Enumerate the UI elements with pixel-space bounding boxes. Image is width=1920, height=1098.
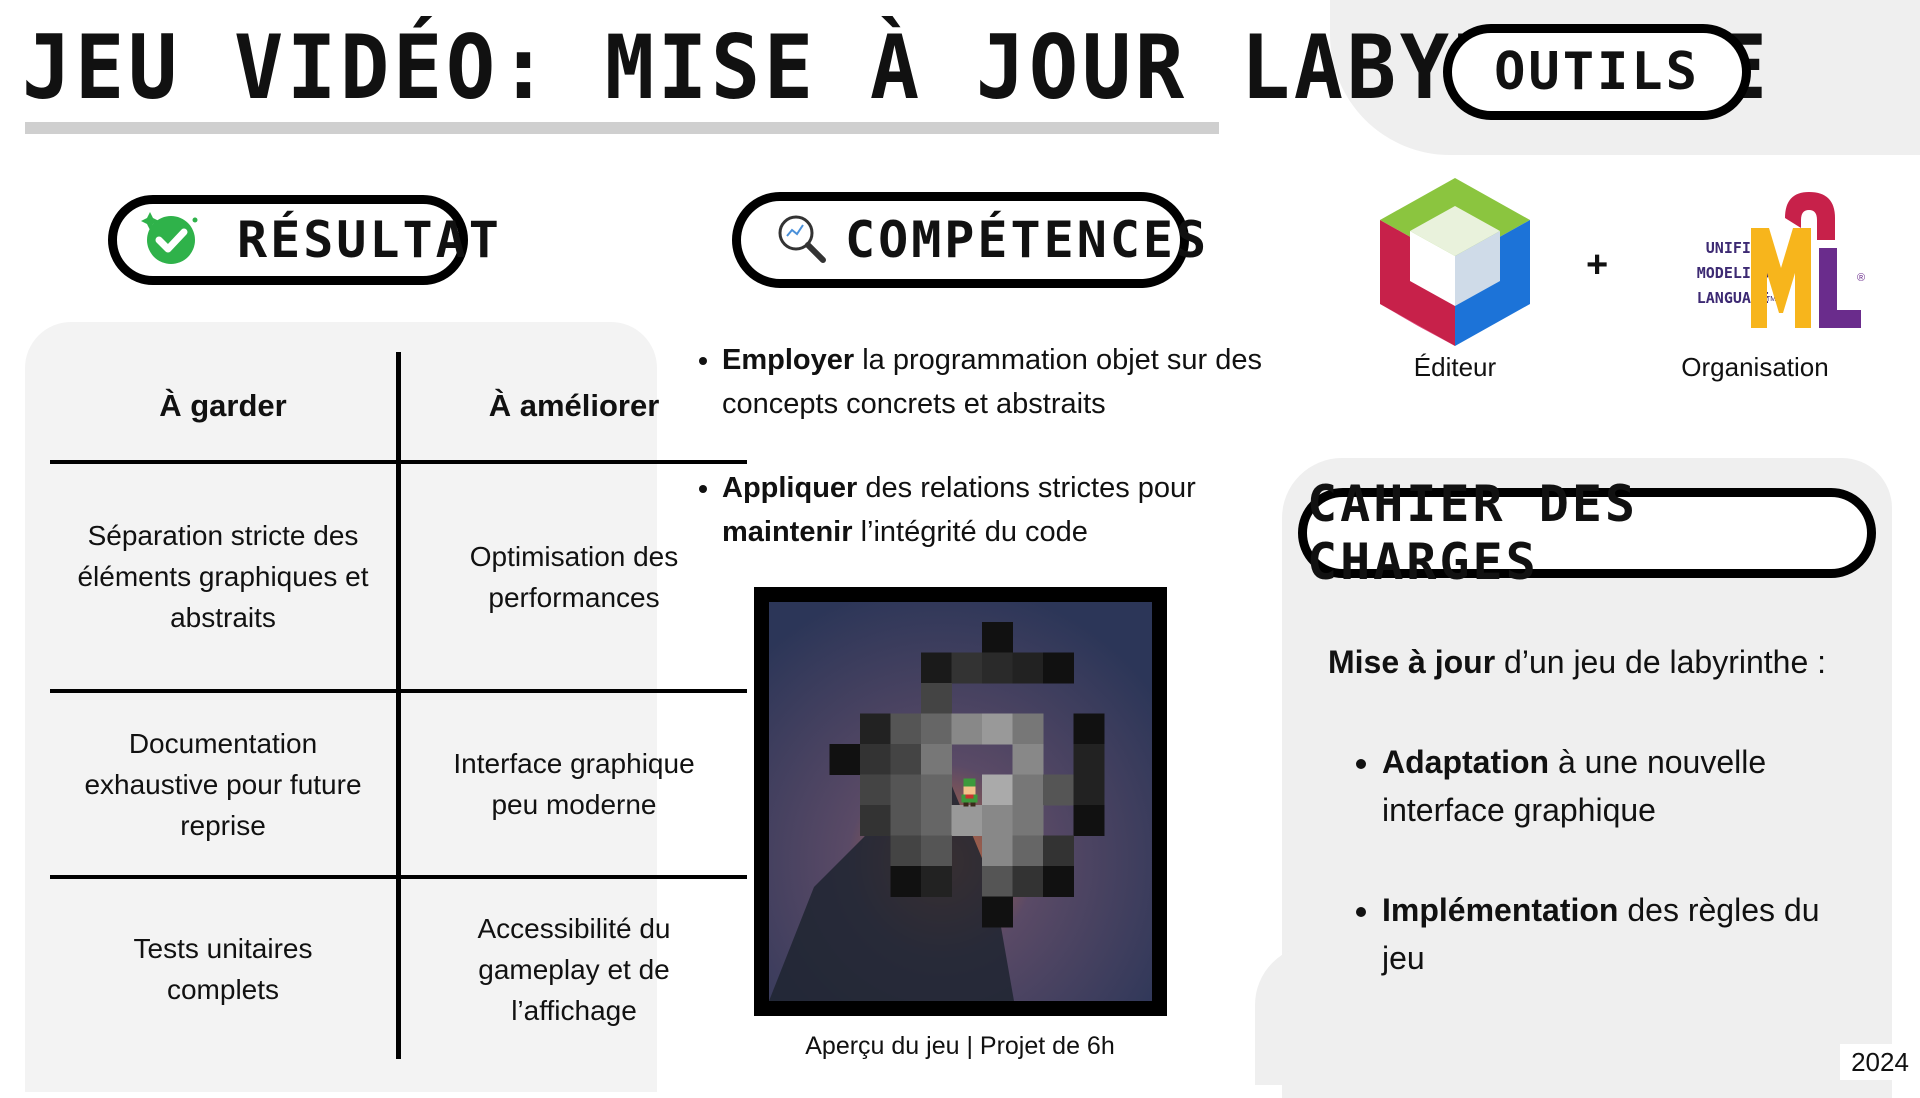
list-item: Appliquer des relations strictes pour ma… — [722, 466, 1310, 554]
table-cell: Documentation exhaustive pour future rep… — [50, 689, 401, 877]
maze-cell — [1073, 713, 1105, 745]
background-blob-right-lower — [1255, 945, 1335, 1085]
maze-cell — [982, 805, 1013, 836]
bullet-text: des relations strictes pour — [857, 472, 1196, 504]
section-label-cahier: CAHIER DES CHARGES — [1307, 475, 1639, 591]
maze-cell — [1012, 866, 1044, 897]
section-label-competences: COMPÉTENCES — [845, 211, 1210, 269]
maze-cell — [1012, 774, 1044, 806]
maze-cell — [982, 896, 1013, 928]
cahier-list: Adaptation à une nouvelle interface grap… — [1350, 738, 1870, 1022]
netbeans-logo-icon — [1378, 176, 1532, 353]
table-header-garder: À garder — [50, 352, 401, 462]
maze-cell — [1043, 835, 1074, 867]
list-item: Implémentation des règles du jeu — [1382, 886, 1870, 982]
table-row: Documentation exhaustive pour future rep… — [50, 689, 747, 877]
table-cell: Accessibilité du gameplay et de l’affich… — [398, 875, 747, 1059]
player-sprite-icon — [961, 778, 978, 807]
maze-cell — [982, 866, 1013, 897]
maze-cell — [921, 652, 952, 684]
maze-cell — [921, 744, 952, 775]
maze-cell — [890, 744, 922, 775]
maze-cell — [1073, 774, 1105, 806]
maze-cell — [1012, 744, 1044, 775]
table-cell: Tests unitaires complets — [50, 875, 401, 1059]
editor-caption: Éditeur — [1413, 352, 1497, 382]
section-header-resultat: RÉSULTAT — [108, 195, 499, 285]
maze-cell — [890, 866, 922, 897]
table-cell: Interface graphique peu moderne — [398, 689, 747, 877]
list-item: Employer la programmation objet sur des … — [722, 338, 1310, 426]
maze-cell — [951, 652, 983, 684]
maze-cell — [982, 713, 1013, 745]
list-item: Adaptation à une nouvelle interface grap… — [1382, 738, 1870, 834]
maze-cell — [1012, 805, 1044, 836]
bullet-bold: Employer — [722, 344, 855, 376]
maze-cell — [921, 774, 952, 806]
bullet-bold: Implémentation — [1382, 892, 1619, 928]
year-label: 2024 — [1840, 1044, 1920, 1080]
plus-sign: + — [1586, 244, 1609, 286]
maze-cell — [890, 805, 922, 836]
maze-cell — [921, 683, 952, 714]
title-underline — [25, 122, 1219, 134]
section-header-competences: COMPÉTENCES — [732, 192, 1206, 288]
maze-cell — [982, 835, 1013, 867]
section-header-outils: OUTILS — [1443, 24, 1751, 120]
maze-cell — [1043, 774, 1074, 806]
competences-list: Employer la programmation objet sur des … — [690, 338, 1310, 594]
maze-cell — [1012, 713, 1044, 745]
table-row: Séparation stricte des éléments graphiqu… — [50, 460, 747, 691]
maze-cell — [982, 652, 1013, 684]
maze-cell — [1073, 744, 1105, 775]
cahier-intro: Mise à jour d’un jeu de labyrinthe : — [1328, 640, 1826, 684]
maze-cell — [1012, 835, 1044, 867]
maze-cell — [860, 713, 891, 745]
maze-cell — [982, 774, 1013, 806]
table-cell: Séparation stricte des éléments graphiqu… — [50, 460, 401, 691]
magnifier-icon — [775, 212, 827, 269]
maze-cell — [860, 774, 891, 806]
uml-registered-mark: ® — [1857, 272, 1866, 284]
section-label-resultat: RÉSULTAT — [237, 211, 502, 269]
maze-cell — [890, 774, 922, 806]
maze-cell — [1012, 652, 1044, 684]
maze-cell — [890, 713, 922, 745]
cahier-intro-bold: Mise à jour — [1328, 644, 1496, 680]
maze-cell — [860, 805, 891, 836]
bullet-bold: Appliquer — [722, 472, 858, 504]
organisation-caption: Organisation — [1681, 352, 1829, 382]
game-preview-image — [754, 587, 1167, 1016]
result-table: À garder À améliorer Séparation stricte … — [50, 352, 747, 1059]
game-preview-caption: Aperçu du jeu | Projet de 6h — [805, 1032, 1115, 1060]
maze-cell — [860, 744, 891, 775]
maze-cell — [982, 622, 1013, 653]
maze-cell — [1043, 866, 1074, 897]
maze-cell — [951, 805, 983, 836]
check-icon — [139, 208, 203, 273]
cahier-intro-text: d’un jeu de labyrinthe : — [1495, 644, 1827, 680]
maze-cell — [829, 744, 861, 775]
maze-cell — [921, 713, 952, 745]
maze-cell — [1073, 805, 1105, 836]
maze-cell — [921, 866, 952, 897]
table-row: Tests unitaires complets Accessibilité d… — [50, 875, 747, 1059]
section-label-outils: OUTILS — [1494, 42, 1700, 102]
uml-logo-icon: UNIFIED MODELING LANGUAGE TM ® — [1643, 188, 1868, 338]
maze-cell — [921, 805, 952, 836]
maze-cell — [951, 713, 983, 745]
maze-cell — [921, 835, 952, 867]
maze-cell — [1043, 652, 1074, 684]
bullet-bold: maintenir — [722, 516, 853, 548]
bullet-text: l’intégrité du code — [852, 516, 1088, 548]
section-header-cahier: CAHIER DES CHARGES — [1298, 475, 1876, 591]
maze-cell — [890, 835, 922, 867]
bullet-bold: Adaptation — [1382, 744, 1550, 780]
